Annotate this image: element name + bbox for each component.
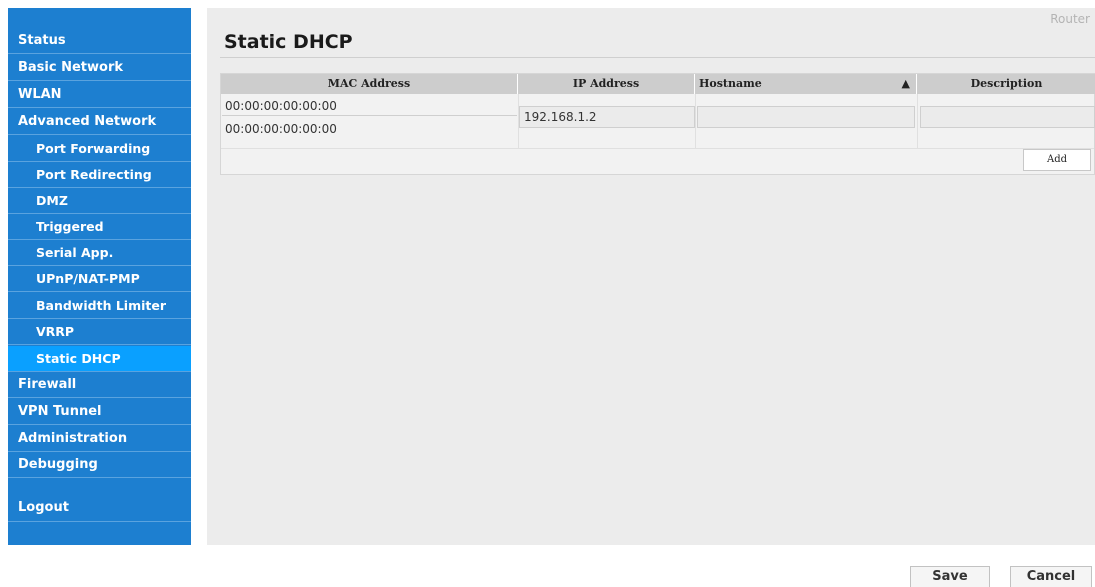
sidebar-item-upnp-nat-pmp[interactable]: UPnP/NAT-PMP (8, 266, 191, 292)
sidebar-item-dmz[interactable]: DMZ (8, 188, 191, 214)
sidebar-item-port-forwarding[interactable]: Port Forwarding (8, 136, 191, 162)
sidebar-item-debugging[interactable]: Debugging (8, 452, 191, 478)
title-divider (220, 57, 1095, 58)
column-header-description[interactable]: Description (917, 74, 1095, 94)
sidebar-item-status[interactable]: Status (8, 28, 191, 54)
sidebar-item-firewall[interactable]: Firewall (8, 372, 191, 398)
router-label: Router (1050, 12, 1090, 26)
sidebar-item-triggered[interactable]: Triggered (8, 214, 191, 240)
column-header-hostname-label: Hostname (699, 77, 762, 90)
page-title: Static DHCP (224, 31, 353, 53)
cell-divider (222, 115, 517, 116)
ip-address-value[interactable]: 192.168.1.2 (519, 106, 695, 128)
sort-ascending-icon: ▲ (901, 77, 910, 90)
static-dhcp-table: MAC Address IP Address Hostname ▲ Descri… (220, 73, 1095, 175)
save-button[interactable]: Save (910, 566, 990, 587)
sidebar: Status Basic Network WLAN Advanced Netwo… (8, 8, 191, 545)
column-header-hostname[interactable]: Hostname ▲ (695, 74, 917, 94)
sidebar-item-vrrp[interactable]: VRRP (8, 319, 191, 345)
sidebar-item-bandwidth-limiter[interactable]: Bandwidth Limiter (8, 293, 191, 319)
description-value[interactable] (920, 106, 1095, 128)
sidebar-item-basic-network[interactable]: Basic Network (8, 55, 191, 81)
sidebar-item-advanced-network[interactable]: Advanced Network (8, 109, 191, 135)
column-header-ip-address[interactable]: IP Address (518, 74, 695, 94)
sidebar-item-serial-app[interactable]: Serial App. (8, 240, 191, 266)
column-divider (917, 94, 918, 148)
column-divider (695, 94, 696, 148)
column-header-mac-address[interactable]: MAC Address (221, 74, 518, 94)
sidebar-item-vpn-tunnel[interactable]: VPN Tunnel (8, 399, 191, 425)
sidebar-item-port-redirecting[interactable]: Port Redirecting (8, 162, 191, 188)
mac-address-value[interactable]: 00:00:00:00:00:00 (225, 97, 337, 115)
add-button[interactable]: Add (1023, 149, 1091, 171)
sidebar-item-static-dhcp[interactable]: Static DHCP (8, 346, 191, 372)
main-content: Router Static DHCP MAC Address IP Addres… (207, 8, 1095, 545)
row-divider (221, 148, 1094, 149)
sidebar-item-wlan[interactable]: WLAN (8, 82, 191, 108)
cancel-button[interactable]: Cancel (1010, 566, 1092, 587)
mac-address-value[interactable]: 00:00:00:00:00:00 (225, 120, 337, 138)
sidebar-item-administration[interactable]: Administration (8, 426, 191, 452)
hostname-value[interactable] (697, 106, 915, 128)
sidebar-item-logout[interactable]: Logout (8, 494, 191, 522)
